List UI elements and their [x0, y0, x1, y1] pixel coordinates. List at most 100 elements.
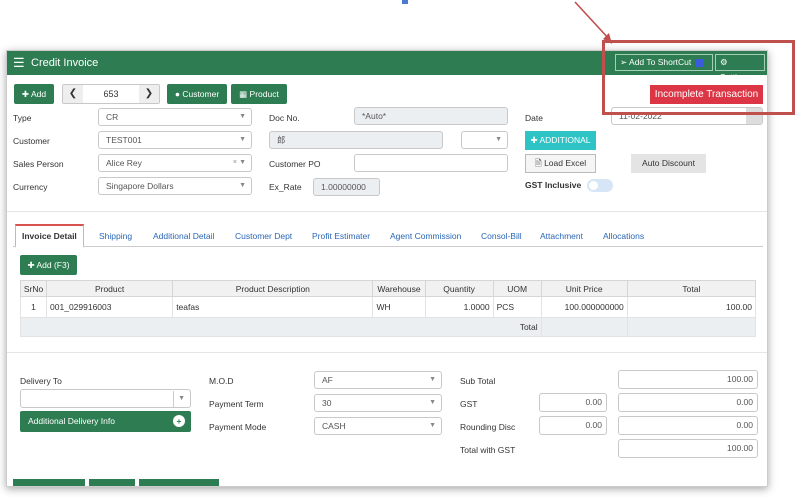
product-button-label: Product [249, 89, 279, 99]
currency-value: Singapore Dollars [106, 181, 174, 191]
cell-unit-price: 100.000000000 [540, 296, 628, 318]
window-title: Credit Invoice [31, 57, 99, 69]
mod-value: AF [322, 375, 333, 385]
delivery-to-select[interactable]: ▼ [20, 389, 191, 408]
col-description[interactable]: Product Description [172, 280, 374, 297]
rounding-rate-field[interactable]: 0.00 [539, 416, 607, 435]
tab-allocations[interactable]: Allocations [603, 229, 644, 243]
col-total[interactable]: Total [626, 280, 757, 297]
customer-extra-select[interactable]: ▼ [461, 131, 508, 149]
cell-quantity: 1.0000 [424, 296, 494, 318]
additional-delivery-button[interactable]: Additional Delivery Info + [20, 411, 191, 432]
col-srno[interactable]: SrNo [19, 280, 48, 297]
caret-icon: ▼ [429, 422, 436, 429]
add-line-label: Add (F3) [36, 260, 70, 270]
total-with-gst-label: Total with GST [460, 445, 516, 455]
customer-po-input[interactable] [354, 154, 508, 172]
bottom-button-1[interactable] [13, 479, 85, 486]
add-line-button[interactable]: ✚ Add (F3) [20, 255, 77, 275]
mod-select[interactable]: AF ▼ [314, 371, 442, 389]
record-number[interactable]: 653 [83, 85, 139, 103]
invoice-grid: SrNo Product Product Description Warehou… [19, 280, 757, 337]
toggle-knob [589, 181, 598, 190]
additional-button[interactable]: ✚ ADDITIONAL [525, 131, 596, 150]
product-button[interactable]: ▦ Product [231, 84, 287, 104]
customer-name-field[interactable]: 郎 [269, 131, 443, 149]
date-label: Date [525, 113, 543, 123]
chevron-right-icon[interactable]: ❯ [139, 85, 159, 103]
customer-label: Customer [13, 136, 50, 146]
tab-profit-estimater[interactable]: Profit Estimater [312, 229, 370, 243]
credit-invoice-window: ☰ Credit Invoice ➢ Add To ShortCut ⚙ Set… [6, 50, 768, 487]
bottom-button-3[interactable] [139, 479, 219, 486]
tab-consol-bill[interactable]: Consol-Bill [481, 229, 522, 243]
add-button[interactable]: ✚ Add [14, 84, 54, 104]
grid-total-row: Total [20, 317, 757, 337]
load-excel-button[interactable]: 🗎 Load Excel [525, 154, 596, 173]
grid-total-cell [540, 317, 628, 337]
table-row[interactable]: 1 001_029916003 teafas WH 1.0000 PCS 100… [19, 296, 757, 318]
payment-term-label: Payment Term [209, 399, 264, 409]
record-navigator: ❮ 653 ❯ [62, 84, 160, 104]
payment-mode-select[interactable]: CASH ▼ [314, 417, 442, 435]
plus-icon: ✚ [21, 89, 30, 99]
add-label: Add [30, 89, 47, 99]
tab-additional-detail[interactable]: Additional Detail [153, 229, 214, 243]
customer-value: TEST001 [106, 135, 142, 145]
customer-button-label: Customer [182, 89, 220, 99]
bottom-button-2[interactable] [89, 479, 135, 486]
sub-total-field[interactable]: 100.00 [618, 370, 758, 389]
payment-term-value: 30 [322, 398, 332, 408]
currency-select[interactable]: Singapore Dollars ▼ [98, 177, 252, 195]
chevron-left-icon[interactable]: ❮ [63, 85, 83, 103]
col-unit-price[interactable]: Unit Price [540, 280, 628, 297]
load-excel-label: Load Excel [544, 158, 587, 168]
caret-icon: ▼ [239, 182, 246, 189]
clear-icon[interactable]: × [233, 155, 237, 171]
tab-attachment[interactable]: Attachment [540, 229, 583, 243]
rounding-disc-label: Rounding Disc [460, 422, 516, 432]
gst-rate-field[interactable]: 0.00 [539, 393, 607, 412]
customer-po-label: Customer PO [269, 159, 321, 169]
caret-icon: ▼ [239, 136, 246, 143]
tab-customer-dept[interactable]: Customer Dept [235, 229, 292, 243]
cell-srno: 1 [19, 296, 48, 318]
cell-total: 100.00 [626, 296, 757, 318]
doc-no-label: Doc No. [269, 113, 300, 123]
delivery-to-label: Delivery To [20, 376, 62, 386]
hamburger-icon[interactable]: ☰ [13, 56, 25, 69]
gst-inclusive-toggle[interactable] [587, 179, 613, 192]
sales-person-select[interactable]: Alice Rey × ▼ [98, 154, 252, 172]
type-select[interactable]: CR ▼ [98, 108, 252, 126]
payment-term-select[interactable]: 30 ▼ [314, 394, 442, 412]
customer-select[interactable]: TEST001 ▼ [98, 131, 252, 149]
additional-delivery-label: Additional Delivery Info [28, 416, 115, 426]
type-value: CR [106, 112, 119, 122]
plus-circle-icon: + [173, 415, 185, 427]
col-quantity[interactable]: Quantity [424, 280, 494, 297]
tab-agent-commission[interactable]: Agent Commission [390, 229, 461, 243]
caret-icon: ▼ [239, 113, 246, 120]
tab-invoice-detail[interactable]: Invoice Detail [15, 224, 84, 248]
col-uom[interactable]: UOM [492, 280, 542, 297]
col-warehouse[interactable]: Warehouse [372, 280, 426, 297]
customer-button[interactable]: ● Customer [167, 84, 227, 104]
plus-icon: ✚ [27, 260, 35, 270]
user-icon: ● [174, 89, 180, 99]
payment-mode-value: CASH [322, 421, 346, 431]
total-with-gst-field[interactable]: 100.00 [618, 439, 758, 458]
cell-product: 001_029916003 [46, 296, 174, 318]
additional-label: ADDITIONAL [539, 135, 591, 145]
currency-label: Currency [13, 182, 48, 192]
tab-shipping[interactable]: Shipping [99, 229, 132, 243]
ex-rate-field[interactable]: 1.00000000 [313, 178, 380, 196]
gst-value-field[interactable]: 0.00 [618, 393, 758, 412]
col-product[interactable]: Product [46, 280, 174, 297]
doc-no-field[interactable]: *Auto* [354, 107, 508, 125]
auto-discount-button[interactable]: Auto Discount [631, 154, 706, 173]
cell-uom: PCS [492, 296, 542, 318]
divider [7, 352, 767, 353]
cursor-marker [402, 0, 408, 4]
tab-underline [13, 246, 763, 247]
rounding-value-field[interactable]: 0.00 [618, 416, 758, 435]
